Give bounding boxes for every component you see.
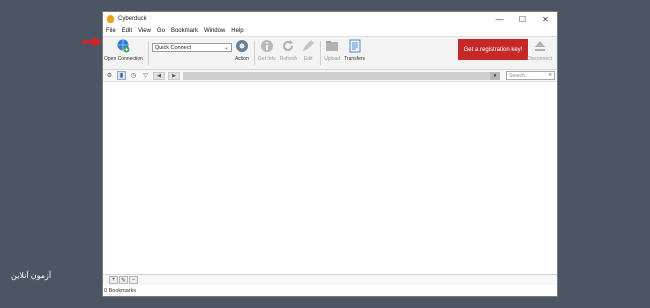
edit-label: Edit (303, 56, 313, 62)
disconnect-label: Disconnect (527, 56, 552, 62)
quick-connect-select[interactable]: Quick Connect ⌄ (151, 43, 232, 52)
globe-plus-icon (116, 39, 130, 53)
app-window: Cyberduck — ☐ ✕ File Edit View Go Bookma… (102, 11, 558, 297)
open-connection-button[interactable]: Open Connection (104, 39, 143, 62)
search-icon: ⌕ (548, 72, 552, 78)
close-button[interactable]: ✕ (534, 12, 557, 26)
edit-button[interactable]: Edit (301, 39, 315, 62)
menu-edit[interactable]: Edit (122, 28, 132, 34)
watermark-logo-text: آزمون آنلاین (11, 271, 52, 280)
status-bar: 0 Bookmarks (103, 285, 557, 296)
toolbar: Open Connection Quick Connect ⌄ Action G… (103, 36, 557, 70)
history-icon[interactable]: ◷ (129, 71, 138, 80)
menu-bookmark[interactable]: Bookmark (171, 28, 198, 34)
add-bookmark-button[interactable]: + (109, 276, 118, 284)
bonjour-icon[interactable]: ▽ (141, 71, 150, 80)
menu-view[interactable]: View (138, 28, 151, 34)
chevron-down-icon: ⌄ (223, 45, 229, 51)
refresh-button[interactable]: Refresh (279, 39, 298, 62)
get-info-button[interactable]: Get Info (258, 39, 276, 62)
refresh-icon (281, 39, 295, 53)
annotation-arrow (82, 37, 102, 47)
cyberduck-icon (107, 15, 114, 23)
registration-key-button[interactable]: Get a registration key! (458, 39, 528, 60)
action-button[interactable]: Action (235, 39, 249, 62)
disconnect-button[interactable]: Disconnect (527, 39, 552, 62)
forward-button[interactable]: ▶ (168, 71, 180, 80)
bookmark-actions-bar: + ✎ − (103, 274, 557, 285)
eject-icon (533, 39, 547, 53)
path-select[interactable]: ▾ (183, 71, 500, 80)
open-connection-label: Open Connection (104, 56, 143, 62)
pencil-icon (301, 39, 315, 53)
title-bar: Cyberduck — ☐ ✕ (103, 12, 557, 26)
bookmarks-view-icon[interactable]: ▮ (117, 71, 126, 80)
bookmark-list[interactable] (103, 86, 557, 274)
refresh-label: Refresh (279, 56, 298, 62)
menu-go[interactable]: Go (157, 28, 165, 34)
upload-button[interactable]: Upload (324, 39, 340, 62)
remove-bookmark-button[interactable]: − (129, 276, 138, 284)
transfers-button[interactable]: Transfers (344, 39, 365, 62)
status-text: 0 Bookmarks (104, 287, 137, 294)
menu-bar: File Edit View Go Bookmark Window Help (103, 26, 557, 36)
watermark-logo: آزمون آنلاین (11, 271, 51, 280)
window-title: Cyberduck (118, 16, 147, 22)
search-placeholder: Search... (509, 72, 530, 79)
transfers-icon (348, 39, 362, 53)
edit-bookmark-button[interactable]: ✎ (119, 276, 128, 284)
search-input[interactable]: Search... ⌕ (506, 71, 555, 80)
navigation-bar: ⚙ ▮ ◷ ▽ ◀ ▶ ▾ Search... ⌕ (103, 70, 557, 82)
transfers-label: Transfers (344, 56, 366, 62)
menu-window[interactable]: Window (204, 28, 225, 34)
folder-upload-icon (325, 39, 339, 53)
gear-icon (235, 39, 249, 53)
path-dropdown-icon: ▾ (490, 71, 500, 80)
action-label: Action (234, 56, 249, 62)
info-icon (260, 39, 274, 53)
upload-label: Upload (324, 56, 341, 62)
menu-help[interactable]: Help (231, 28, 243, 34)
quick-connect-value: Quick Connect (154, 44, 191, 51)
maximize-button[interactable]: ☐ (511, 12, 534, 26)
browser-view-icon[interactable]: ⚙ (105, 71, 114, 80)
get-info-label: Get Info (257, 56, 276, 62)
toolbar-divider (253, 41, 255, 65)
menu-file[interactable]: File (106, 28, 116, 34)
toolbar-divider (147, 41, 149, 65)
toolbar-divider (320, 41, 322, 65)
window-controls: — ☐ ✕ (488, 12, 557, 26)
back-button[interactable]: ◀ (153, 71, 165, 80)
minimize-button[interactable]: — (488, 12, 511, 26)
